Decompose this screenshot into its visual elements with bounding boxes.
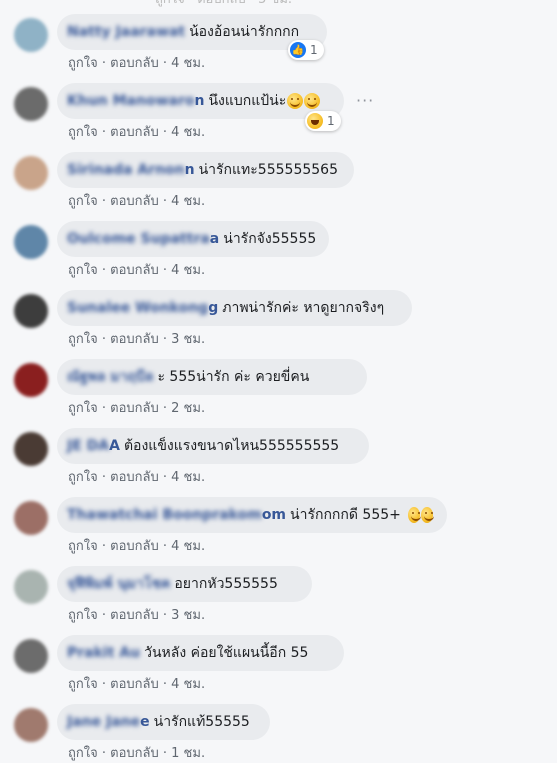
avatar[interactable]	[14, 294, 48, 328]
comment-item: Natty Jaarawat น้องอ้อนน่ารักกกก 👍 1 ถูก…	[0, 0, 557, 71]
comment-item: จุฬีพิมพ์ นุมาโชค อยากหัว555555 ถูกใจ · …	[0, 552, 557, 623]
avatar[interactable]	[14, 363, 48, 397]
commenter-name-tail[interactable]: n	[195, 93, 205, 109]
comment-item: Prakit Au วันหลัง ค่อยใช้แผนนี้อีก 55 ถู…	[0, 621, 557, 692]
avatar[interactable]	[14, 156, 48, 190]
commenter-name[interactable]: JE DA	[67, 438, 109, 454]
comment-item: Sirinada Arnon n น่ารักแทะ555555565 ถูกใ…	[0, 138, 557, 209]
comment-bubble: Prakit Au วันหลัง ค่อยใช้แผนนี้อีก 55	[57, 635, 344, 671]
avatar[interactable]	[14, 87, 48, 121]
commenter-name-tail[interactable]: n	[185, 162, 195, 178]
smile-emoji-icon	[407, 507, 421, 523]
reply-link[interactable]: ตอบกลับ	[110, 746, 159, 761]
commenter-name[interactable]: Thawatchai Boonprakom	[67, 507, 262, 523]
commenter-name[interactable]: Natty Jaarawat	[67, 24, 185, 40]
commenter-name[interactable]: Sirinada Arnon	[67, 162, 185, 178]
avatar[interactable]	[14, 501, 48, 535]
commenter-name-tail[interactable]: A	[109, 438, 120, 454]
comment-item: Jane Jane e น่ารักแท้55555 ถูกใจ · ตอบกล…	[0, 690, 557, 761]
commenter-name[interactable]: Prakit Au	[67, 645, 140, 661]
smile-emoji-icon	[420, 507, 434, 523]
reaction-count: 1	[327, 114, 335, 128]
commenter-name-tail[interactable]: a	[210, 231, 219, 247]
comment-text: ภาพน่ารักค่ะ หาดูยากจริงๆ	[222, 300, 385, 316]
comment-text: น่ารักแทะ555555565	[198, 162, 338, 178]
commenter-name-tail[interactable]: g	[208, 300, 218, 316]
avatar[interactable]	[14, 432, 48, 466]
commenter-name[interactable]: จุฬีพิมพ์ นุมาโชค	[67, 573, 170, 595]
grin-emoji-icon	[287, 93, 304, 109]
avatar[interactable]	[14, 708, 48, 742]
comment-text: น้องอ้อนน่ารักกกก	[189, 24, 300, 40]
comment-item: Thawatchai Boonprakom om น่ารักกกกดี 555…	[0, 483, 557, 554]
comment-bubble: Jane Jane e น่ารักแท้55555	[57, 704, 270, 740]
comment-bubble: Oulcome Supattra a น่ารักจัง55555	[57, 221, 329, 257]
commenter-name-tail[interactable]: e	[140, 714, 150, 730]
comment-bubble: Khun Manowaro n นึงแบกแป้น่ะ	[57, 83, 344, 119]
reaction-badge[interactable]: 👍 1	[288, 40, 324, 60]
avatar[interactable]	[14, 570, 48, 604]
commenter-name-tail[interactable]: om	[262, 507, 286, 523]
reaction-badge[interactable]: 1	[305, 111, 341, 131]
avatar[interactable]	[14, 639, 48, 673]
comment-text: น่ารักจัง55555	[223, 231, 317, 247]
comment-item: Oulcome Supattra a น่ารักจัง55555 ถูกใจ …	[0, 207, 557, 278]
more-options-icon[interactable]: ···	[356, 91, 374, 110]
grin-emoji-icon	[304, 93, 321, 109]
comment-bubble: จุฬีพิมพ์ นุมาโชค อยากหัว555555	[57, 566, 312, 602]
like-link[interactable]: ถูกใจ	[68, 746, 98, 761]
comment-item: Sunalee Wonkong g ภาพน่ารักค่ะ หาดูยากจร…	[0, 276, 557, 347]
comment-text: ต้องแข็งแรงขนาดไหน555555555	[123, 438, 340, 454]
comment-text: อยากหัว555555	[174, 576, 278, 592]
commenter-name[interactable]: Sunalee Wonkong	[67, 300, 208, 316]
comment-bubble: Sirinada Arnon n น่ารักแทะ555555565	[57, 152, 354, 188]
commenter-name[interactable]: Khun Manowaro	[67, 93, 195, 109]
comment-bubble: JE DA A ต้องแข็งแรงขนาดไหน555555555	[57, 428, 369, 464]
comment-text: น่ารักแท้55555	[153, 714, 250, 730]
comment-text: นึงแบกแป้น่ะ	[208, 93, 287, 109]
thumbs-up-icon: 👍	[290, 42, 306, 58]
avatar[interactable]	[14, 225, 48, 259]
comment-bubble: Natty Jaarawat น้องอ้อนน่ารักกกก	[57, 14, 327, 50]
haha-reaction-icon	[307, 113, 323, 129]
commenter-name[interactable]: Jane Jane	[67, 714, 140, 730]
comment-item: ณัฐพล มาฤบีล ะ 555น่ารัก ค่ะ ควยขี่คน ถู…	[0, 345, 557, 416]
avatar[interactable]	[14, 18, 48, 52]
comment-item: Khun Manowaro n นึงแบกแป้น่ะ 1 ··· ถูกใจ…	[0, 69, 557, 140]
comment-text: น่ารักกกกดี 555+	[290, 507, 401, 523]
commenter-name[interactable]: Oulcome Supattra	[67, 231, 210, 247]
comment-text: ะ 555น่ารัก ค่ะ ควยขี่คน	[157, 369, 310, 385]
comment-text: วันหลัง ค่อยใช้แผนนี้อีก 55	[144, 645, 309, 661]
commenter-name[interactable]: ณัฐพล มาฤบีล	[67, 366, 153, 388]
comment-bubble: Thawatchai Boonprakom om น่ารักกกกดี 555…	[57, 497, 447, 533]
comment-bubble: ณัฐพล มาฤบีล ะ 555น่ารัก ค่ะ ควยขี่คน	[57, 359, 367, 395]
reaction-count: 1	[310, 43, 318, 57]
comment-item: JE DA A ต้องแข็งแรงขนาดไหน555555555 ถูกใ…	[0, 414, 557, 485]
comment-bubble: Sunalee Wonkong g ภาพน่ารักค่ะ หาดูยากจร…	[57, 290, 412, 326]
timestamp[interactable]: 1 ชม.	[171, 746, 205, 761]
